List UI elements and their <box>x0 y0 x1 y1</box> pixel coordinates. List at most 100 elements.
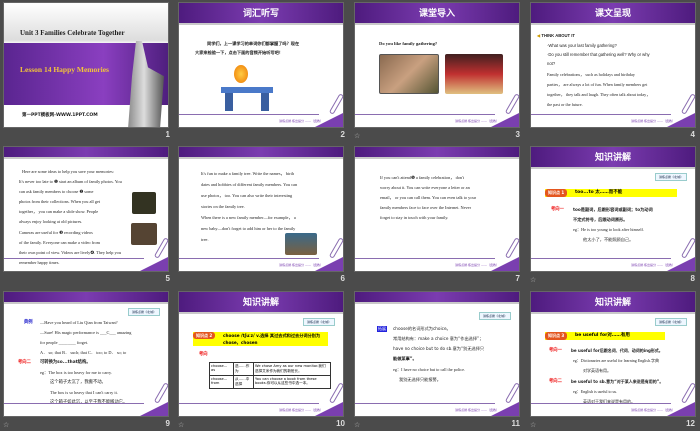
slide-thumb-4[interactable]: 课文呈现 ◀ THINK ABOUT IT ·What was your las… <box>530 2 696 128</box>
text-line: eg：Dictionaries are useful for learning … <box>573 358 659 363</box>
text-line: tree. <box>201 237 209 242</box>
pen-icon <box>328 382 343 404</box>
slide-thumb-2[interactable]: 词汇听写 同学们，上一课学习的单词你们都掌握了吗？现在 大家来检验一下，点击下面… <box>178 2 344 128</box>
text-line: always enjoy looking at old pictures. <box>19 219 83 224</box>
text-line: Here are some ideas to help you save you… <box>22 169 114 174</box>
text-line: 常用结构有：make a choice 意为“作出选择”； <box>393 336 484 341</box>
animation-star-icon[interactable]: ☆ <box>354 421 360 429</box>
text-line: 他太小了，不能照顾自己。 <box>583 237 634 242</box>
text-line: eg：The box is too heavy for me to carry. <box>40 370 112 375</box>
cartoon-character-icon <box>234 65 248 83</box>
text-line: have no choice but to do sb.意为“别无选择只 <box>393 346 485 351</box>
source-tag: 讲练点拨《北城》 <box>654 318 687 326</box>
animation-star-icon[interactable]: ☆ <box>530 276 536 284</box>
text-line: remember happy times. <box>19 260 60 265</box>
source-tag: 讲练点拨《北城》 <box>478 312 511 320</box>
source-tag: 讲练点拨《北城》 <box>302 318 335 326</box>
slide-title: 课文呈现 <box>531 3 695 25</box>
slide-title: 课堂导入 <box>355 3 519 25</box>
slide-title: 知识讲解 <box>531 292 695 314</box>
question-text: Do you like family gathering? <box>379 41 438 46</box>
aspect-label: 考向二 <box>549 379 562 384</box>
pen-icon <box>328 93 343 115</box>
text-line: eg：English is useful to us. <box>573 389 618 394</box>
person-photo-2 <box>131 223 157 245</box>
footer-text: 讲练点拨·练出提分 ——（冀教） <box>455 408 499 412</box>
example-label: 典例 <box>24 320 33 325</box>
text-line: together， they talk and laugh. They ofte… <box>547 92 651 97</box>
footer-text: 讲练点拨·练出提分 ——（冀教） <box>631 263 675 267</box>
text-line: If you can't attend❺ a family celebratio… <box>380 175 465 180</box>
text-line: be useful to sb.意为“对于某人来说是有用的”。 <box>571 379 664 384</box>
slide-thumb-1[interactable]: Unit 3 Families Celebrate Together Lesso… <box>3 2 169 128</box>
slide-thumb-5[interactable]: Here are some ideas to help you save you… <box>3 146 169 272</box>
slide-title: 词汇听写 <box>179 3 343 25</box>
text-line: Family celebrations， such as holidays an… <box>547 72 635 77</box>
slide-number: 7 <box>515 274 520 283</box>
slide-thumb-9[interactable]: 讲练点拨《北城》 典例 —Have you heard of Liu Qian … <box>3 291 169 417</box>
slide-number: 9 <box>165 419 170 428</box>
text-line: ·Do you still remember that gathering we… <box>547 52 650 57</box>
pen-icon <box>504 237 519 259</box>
site-text: 第一PPT模板网-WWW.1PPT.COM <box>22 113 98 118</box>
slide-number: 8 <box>690 274 695 283</box>
aspect-label: 考向 <box>199 352 208 357</box>
knowledge-point-bar: 知识点 1 too...to 太……而不能 <box>545 189 677 197</box>
table-row: choose... as 选……作为 We chose Amy as our new… <box>209 362 331 376</box>
text-line: 能做某事”。 <box>393 356 417 361</box>
animation-star-icon[interactable]: ☆ <box>530 421 536 429</box>
usage-table: choose... as 选……作为 We chose Amy as our new… <box>209 362 331 389</box>
slide-number: 10 <box>336 419 345 428</box>
text-line: eg：I have no choice but to call the poli… <box>393 367 465 372</box>
text-line: It's fun to make a family tree. Write th… <box>201 171 294 176</box>
slide-thumb-8[interactable]: 知识讲解 讲练点拨《北城》 知识点 1 too...to 太……而不能 考向一 t… <box>530 146 696 272</box>
text-line: worry about it. You can write everyone a… <box>380 185 470 190</box>
text-line: Cameras are useful for ❸ recording video… <box>19 230 93 235</box>
slide-thumb-7[interactable]: If you can't attend❺ a family celebratio… <box>354 146 520 272</box>
animation-star-icon[interactable]: ☆ <box>354 132 360 140</box>
animation-star-icon[interactable]: ☆ <box>178 421 184 429</box>
footer-text: 讲练点拨·练出提分 ——（冀教） <box>455 119 499 123</box>
slide-number: 6 <box>340 274 345 283</box>
text-line: together， you can make a slide show. Peo… <box>19 209 99 214</box>
text-line: 不定式符号，后跟动词原形。 <box>573 217 628 222</box>
header-band <box>4 292 168 304</box>
text-line: 对学英语有用。 <box>583 368 611 373</box>
slide-title: 知识讲解 <box>179 292 343 314</box>
animation-star-icon[interactable]: ☆ <box>3 421 9 429</box>
slide-thumb-12[interactable]: 知识讲解 讲练点拨《北城》 知识点 3 be useful for对……有用 考向… <box>530 291 696 417</box>
aspect-label: 考向一 <box>551 207 564 212</box>
text-line: choose的名词形式为choice。 <box>393 326 451 331</box>
slide-thumb-3[interactable]: 课堂导入 Do you like family gathering? 讲练点拨·… <box>354 2 520 128</box>
unit-title: Unit 3 Families Celebrate Together <box>20 29 125 37</box>
knowledge-label: 知识点 2 <box>193 332 216 339</box>
text-line: When there is a new family member—for ex… <box>201 215 296 220</box>
text-line: forget to stay in touch with your family… <box>380 215 449 220</box>
text-line: family members face to face over the Int… <box>380 205 472 210</box>
text-line: eg：He is too young to look after himself… <box>573 227 644 232</box>
pen-icon <box>328 237 343 259</box>
slide-thumb-6[interactable]: It's fun to make a family tree. Write th… <box>178 146 344 272</box>
footer-text: 讲练点拨·练出提分 ——（冀教） <box>631 408 675 412</box>
pen-icon <box>680 237 695 259</box>
footer-text: 讲练点拨·练出提分 ——（冀教） <box>279 408 323 412</box>
text-line: can ask family members to choose ❷ some <box>19 189 94 194</box>
knowledge-label: 知识点 3 <box>545 332 568 340</box>
text-line: be useful for后跟名词、代词、动词的ing形式。 <box>571 348 663 353</box>
text-line: 这个箱子太沉了，我搬不动。 <box>50 380 106 385</box>
text-line: The box is so heavy that I can't carry i… <box>50 390 118 395</box>
baby-photo <box>285 233 317 255</box>
header-band <box>4 147 168 159</box>
text-line: of the family. Everyone can make a video… <box>19 240 100 245</box>
extension-label: 拓展 <box>377 326 387 332</box>
text-line: their own point of view. Videos are live… <box>19 250 121 255</box>
text-line: for people ________ forget. <box>40 340 89 345</box>
pen-icon <box>680 93 695 115</box>
header-band <box>355 292 519 304</box>
text-line: not? <box>547 61 556 66</box>
slide-thumb-10[interactable]: 知识讲解 讲练点拨《北城》 知识点 2 choose /tʃuːz/ v.选择 其… <box>178 291 344 417</box>
text-line: stories on the family tree. <box>201 204 245 209</box>
slide-thumb-11[interactable]: 讲练点拨《北城》 拓展 choose的名词形式为choice。 常用结构有：ma… <box>354 291 520 417</box>
footer-text: 讲练点拨·练出提分 ——（冀教） <box>455 263 499 267</box>
footer-text: 讲练点拨·练出提分 ——（冀教） <box>279 263 323 267</box>
